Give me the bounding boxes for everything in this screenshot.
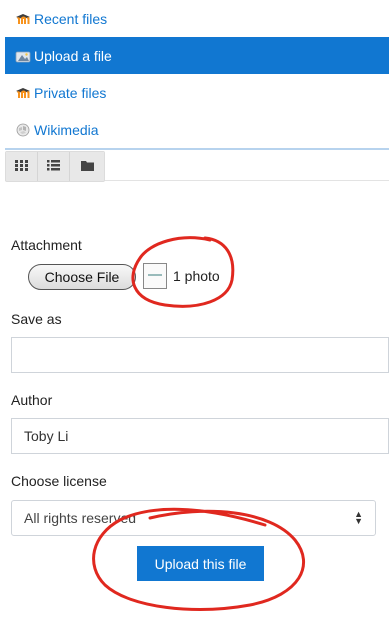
folder-view-icon bbox=[80, 158, 94, 176]
repo-wikimedia[interactable]: Wikimedia bbox=[0, 111, 389, 148]
list-view-icon bbox=[47, 158, 60, 176]
upload-file-button[interactable]: Upload this file bbox=[137, 546, 264, 581]
license-select-value: All rights reserved bbox=[24, 510, 137, 526]
repo-private-files-label: Private files bbox=[34, 84, 107, 101]
repo-recent-files-label: Recent files bbox=[34, 10, 108, 27]
choose-file-button[interactable]: Choose File bbox=[28, 264, 136, 290]
file-count: 1 photo bbox=[173, 268, 220, 284]
author-input[interactable]: Toby Li bbox=[11, 418, 389, 454]
save-as-label: Save as bbox=[11, 311, 62, 327]
repository-list: Recent files Upload a file Private files bbox=[0, 0, 389, 148]
license-select[interactable]: All rights reserved ▲ ▼ bbox=[11, 500, 376, 536]
view-mode-group bbox=[5, 151, 105, 182]
moodle-icon bbox=[14, 12, 32, 26]
repo-private-files[interactable]: Private files bbox=[0, 74, 389, 111]
repo-upload-file-label: Upload a file bbox=[34, 47, 112, 64]
view-mode-bar bbox=[5, 151, 389, 182]
save-as-input[interactable] bbox=[11, 337, 389, 373]
folder-view-button[interactable] bbox=[70, 152, 104, 181]
repo-upload-file[interactable]: Upload a file bbox=[5, 37, 389, 74]
grid-view-button[interactable] bbox=[6, 152, 38, 181]
select-arrows-icon: ▲ ▼ bbox=[354, 509, 363, 526]
upload-icon bbox=[14, 49, 32, 63]
attachment-label: Attachment bbox=[11, 237, 82, 253]
repo-wikimedia-label: Wikimedia bbox=[34, 121, 99, 138]
list-view-button[interactable] bbox=[38, 152, 70, 181]
repo-divider bbox=[5, 148, 389, 150]
author-label: Author bbox=[11, 392, 53, 408]
grid-view-icon bbox=[15, 158, 28, 176]
file-thumbnail bbox=[143, 263, 167, 289]
license-label: Choose license bbox=[11, 473, 107, 489]
moodle-icon bbox=[14, 86, 32, 100]
repo-recent-files[interactable]: Recent files bbox=[0, 0, 389, 37]
wikimedia-icon bbox=[14, 123, 32, 137]
